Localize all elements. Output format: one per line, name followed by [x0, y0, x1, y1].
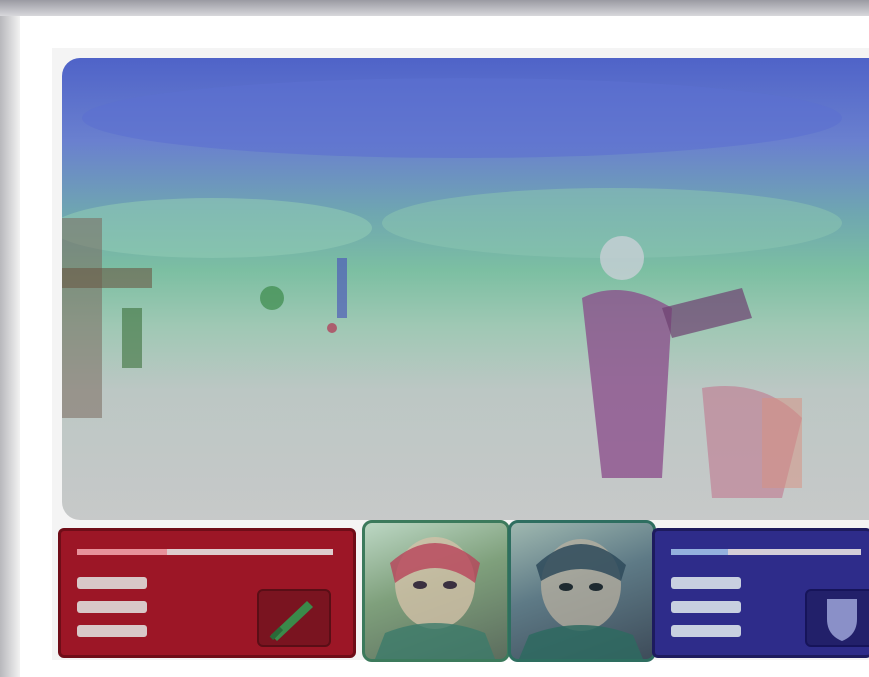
enemy-stat-row	[671, 601, 741, 613]
player-hp-fill	[77, 549, 167, 555]
banner	[122, 308, 142, 368]
shield-icon	[827, 599, 857, 641]
battle-scene-art	[62, 78, 842, 498]
battle-scene[interactable]	[62, 58, 869, 520]
window-titlebar	[0, 0, 869, 16]
fortress-ledge	[62, 268, 152, 288]
enemy-hp-fill	[671, 549, 728, 555]
enemy-face-icon	[519, 539, 643, 659]
player-portrait	[362, 520, 510, 662]
player-status-panel	[58, 528, 356, 658]
enemy-head	[600, 236, 644, 280]
fortress-wall	[62, 218, 102, 418]
sky-haze	[82, 78, 842, 158]
effect-spark	[327, 323, 337, 333]
enemy-weapon-slot	[805, 589, 869, 647]
player-stat-row	[77, 601, 147, 613]
sword-icon	[269, 601, 313, 641]
player-unit	[260, 286, 284, 310]
player-stat-row	[77, 625, 147, 637]
enemy-portrait	[508, 520, 656, 662]
enemy-stat-row	[671, 577, 741, 589]
player-face-icon	[375, 537, 495, 659]
player-hp-bar	[77, 549, 333, 555]
horizon-glow	[62, 198, 372, 258]
enemy-body	[582, 290, 672, 478]
player-stat-row	[77, 577, 147, 589]
enemy-arm	[662, 288, 752, 338]
player-unit-lance	[337, 258, 347, 318]
player-weapon-slot	[257, 589, 331, 647]
window-left-edge	[0, 16, 20, 677]
enemy-effect	[762, 398, 802, 488]
enemy-hp-bar	[671, 549, 861, 555]
enemy-status-panel	[652, 528, 869, 658]
enemy-stat-row	[671, 625, 741, 637]
